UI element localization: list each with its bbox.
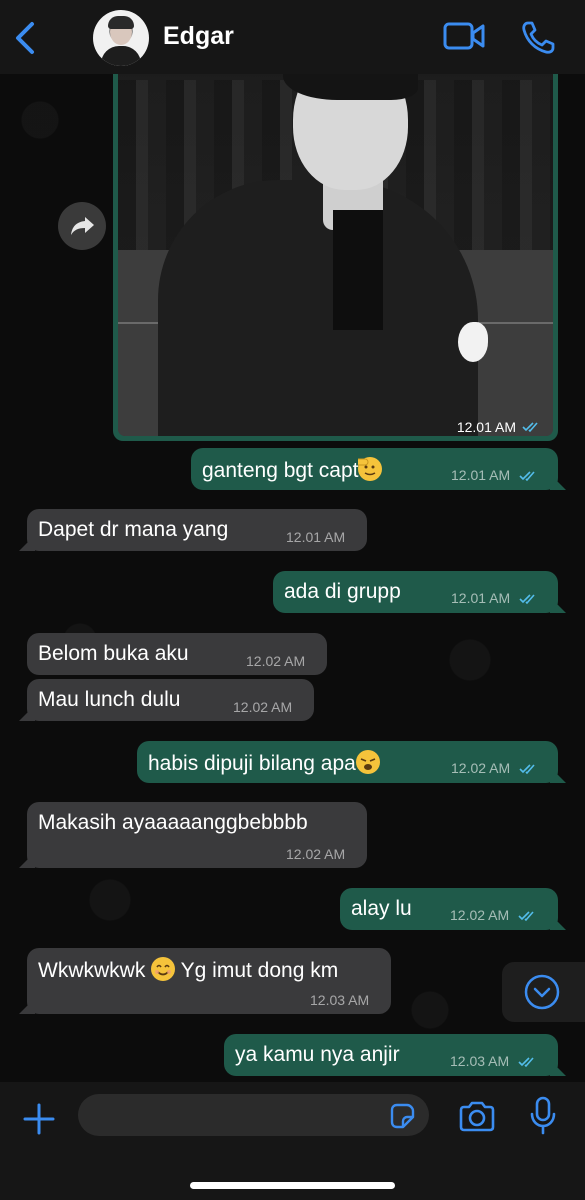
message-text: Dapet dr mana yang: [38, 518, 229, 541]
read-ticks-icon: [518, 1057, 534, 1068]
message-bubble-incoming[interactable]: Mau lunch dulu 12.02 AM: [27, 679, 314, 721]
video-call-button[interactable]: [443, 20, 485, 52]
message-bubble-outgoing[interactable]: alay lu 12.02 AM: [340, 888, 558, 930]
video-call-icon: [443, 22, 485, 50]
message-photo[interactable]: [118, 60, 553, 436]
contact-name[interactable]: Edgar: [163, 22, 234, 51]
message-bubble-outgoing[interactable]: ada di grupp 12.01 AM: [273, 571, 558, 613]
chat-header: Edgar: [0, 0, 585, 74]
message-meta: 12.01 AM: [457, 419, 542, 435]
chevron-down-icon: [524, 974, 560, 1010]
smiling-face-emoji-icon: [151, 957, 176, 981]
message-time: 12.02 AM: [246, 653, 306, 669]
camera-button[interactable]: [458, 1100, 496, 1132]
forward-button[interactable]: [58, 202, 106, 250]
message-bubble-outgoing[interactable]: habis dipuji bilang apa 12.02 AM: [137, 741, 558, 783]
composer-bar: [0, 1082, 585, 1200]
message-bubble-incoming[interactable]: Dapet dr mana yang 12.01 AM: [27, 509, 367, 551]
message-bubble-incoming[interactable]: Wkwkwkwk Yg imut dong km 12.03 AM: [27, 948, 391, 1014]
message-time: 12.01 AM: [451, 467, 511, 483]
home-indicator: [190, 1182, 395, 1189]
message-text: Belom buka aku: [38, 642, 189, 665]
read-ticks-icon: [518, 911, 534, 922]
avatar[interactable]: [93, 10, 149, 66]
microphone-icon: [530, 1096, 556, 1135]
message-time: 12.03 AM: [310, 992, 370, 1008]
voice-call-button[interactable]: [520, 20, 556, 56]
message-time: 12.02 AM: [450, 907, 510, 923]
message-bubble-outgoing[interactable]: ya kamu nya anjir 12.03 AM: [224, 1034, 558, 1076]
message-bubble-incoming[interactable]: Makasih ayaaaaanggbebbbb 12.02 AM: [27, 802, 367, 868]
phone-icon: [522, 21, 555, 54]
message-text: Wkwkwkwk: [38, 959, 146, 982]
message-time: 12.01 AM: [451, 590, 511, 606]
attach-button[interactable]: [22, 1102, 56, 1136]
weary-face-emoji-icon: [355, 750, 380, 774]
message-bubble-outgoing[interactable]: ganteng bgt capt 12.01 AM: [191, 448, 558, 490]
message-input[interactable]: [78, 1094, 429, 1136]
photo-message[interactable]: 12.01 AM: [113, 58, 558, 441]
voice-message-button[interactable]: [528, 1096, 558, 1136]
chevron-left-icon: [16, 22, 34, 54]
sticker-button[interactable]: [388, 1102, 416, 1130]
message-text: ya kamu nya anjir: [235, 1043, 400, 1066]
message-text: Makasih ayaaaaanggbebbbb: [38, 811, 308, 834]
read-ticks-icon: [522, 422, 538, 433]
message-text: ganteng bgt capt: [202, 459, 359, 482]
camera-icon: [459, 1101, 495, 1132]
read-ticks-icon: [519, 764, 535, 775]
forward-icon: [71, 217, 94, 235]
message-text: habis dipuji bilang apa: [148, 752, 356, 775]
message-time: 12.02 AM: [451, 760, 511, 776]
read-ticks-icon: [519, 594, 535, 605]
sticker-icon: [390, 1103, 415, 1129]
scroll-to-bottom-button[interactable]: [502, 962, 585, 1022]
message-text: ada di grupp: [284, 580, 401, 603]
message-time: 12.02 AM: [286, 846, 346, 862]
message-time: 12.02 AM: [233, 699, 293, 715]
message-time: 12.01 AM: [286, 529, 346, 545]
plus-icon: [23, 1103, 55, 1135]
saluting-face-emoji-icon: [353, 457, 383, 481]
message-text-after: Yg imut dong km: [180, 959, 339, 982]
message-bubble-incoming[interactable]: Belom buka aku 12.02 AM: [27, 633, 327, 675]
message-time: 12.03 AM: [450, 1053, 510, 1069]
message-time: 12.01 AM: [456, 419, 516, 435]
message-text: Mau lunch dulu: [38, 688, 181, 711]
read-ticks-icon: [519, 471, 535, 482]
message-text: alay lu: [351, 897, 412, 920]
back-button[interactable]: [10, 20, 40, 56]
